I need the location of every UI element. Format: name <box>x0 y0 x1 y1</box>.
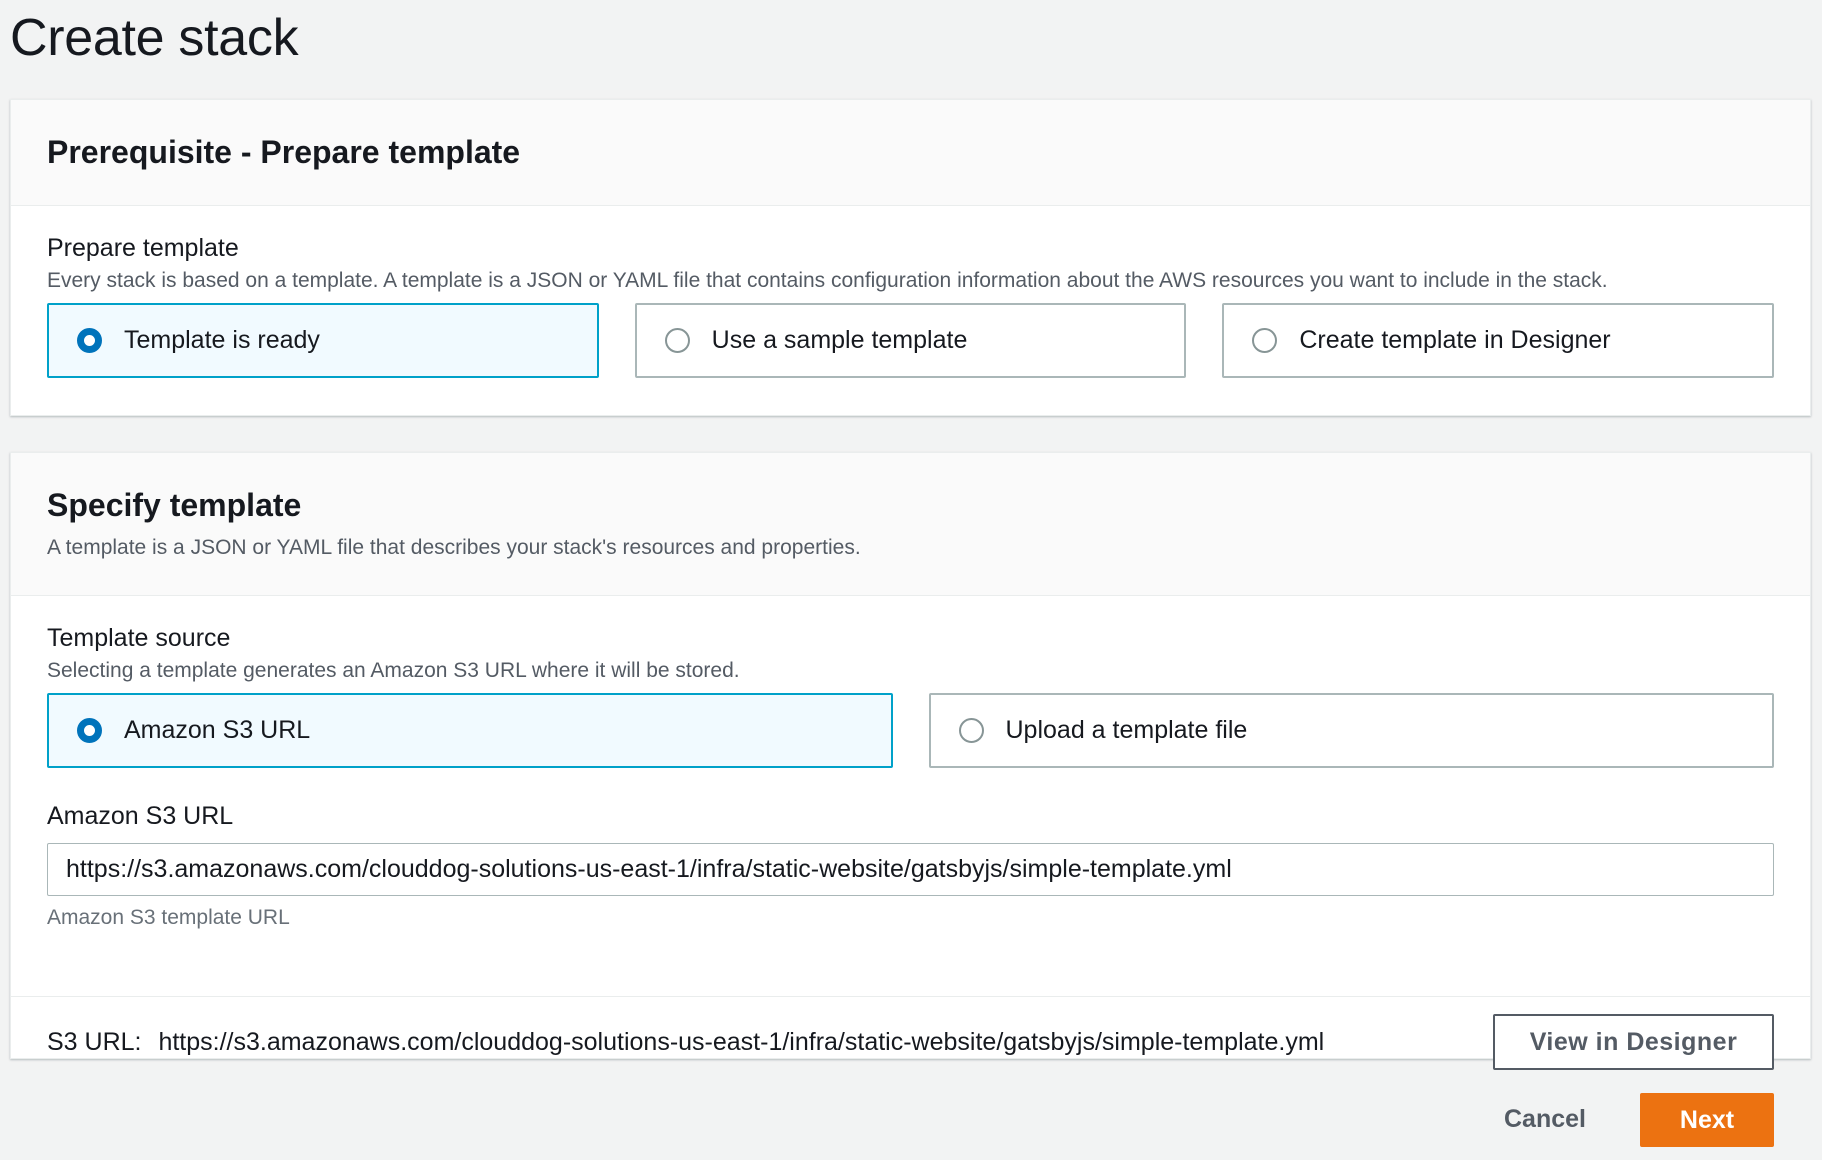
radio-selected-icon[interactable] <box>77 328 102 353</box>
s3-url-label: Amazon S3 URL <box>47 802 234 830</box>
option-create-in-designer[interactable]: Create template in Designer <box>1222 303 1775 378</box>
option-amazon-s3-url[interactable]: Amazon S3 URL <box>47 693 893 768</box>
option-label: Upload a template file <box>1005 716 1248 744</box>
radio-unselected-icon[interactable] <box>958 718 984 743</box>
option-label: Create template in Designer <box>1299 326 1611 354</box>
option-label: Amazon S3 URL <box>124 716 311 744</box>
specify-panel-body: Template source Selecting a template gen… <box>11 624 1810 996</box>
s3-url-value: https://s3.amazonaws.com/clouddog-soluti… <box>158 1027 1325 1056</box>
prerequisite-panel-body: Prepare template Every stack is based on… <box>11 234 1810 378</box>
s3-url-summary: S3 URL: https://s3.amazonaws.com/clouddo… <box>47 1028 1324 1057</box>
radio-selected-icon[interactable] <box>77 718 102 743</box>
option-template-is-ready[interactable]: Template is ready <box>47 303 599 378</box>
s3-url-footer: S3 URL: https://s3.amazonaws.com/clouddo… <box>11 996 1810 1087</box>
template-source-description: Selecting a template generates an Amazon… <box>47 659 740 682</box>
option-use-sample-template[interactable]: Use a sample template <box>634 303 1187 378</box>
option-label: Template is ready <box>124 326 320 354</box>
prepare-template-description: Every stack is based on a template. A te… <box>47 269 1608 292</box>
s3-url-hint: Amazon S3 template URL <box>47 906 290 929</box>
option-label: Use a sample template <box>711 326 968 354</box>
prerequisite-panel: Prerequisite - Prepare template Prepare … <box>10 99 1811 416</box>
specify-heading: Specify template <box>47 487 302 523</box>
page-title: Create stack <box>10 9 299 67</box>
specify-panel-header: Specify template A template is a JSON or… <box>11 453 1810 596</box>
prepare-template-options: Template is ready Use a sample template … <box>47 303 1775 378</box>
next-button[interactable]: Next <box>1640 1093 1774 1147</box>
radio-unselected-icon[interactable] <box>1252 328 1278 353</box>
cancel-button[interactable]: Cancel <box>1490 1093 1600 1145</box>
option-upload-template-file[interactable]: Upload a template file <box>928 693 1774 768</box>
prepare-template-label: Prepare template <box>47 234 239 262</box>
specify-description: A template is a JSON or YAML file that d… <box>47 536 861 559</box>
template-source-options: Amazon S3 URL Upload a template file <box>47 693 1774 768</box>
radio-unselected-icon[interactable] <box>664 328 690 353</box>
template-source-label: Template source <box>47 624 231 652</box>
s3-url-input[interactable] <box>47 843 1774 896</box>
prerequisite-panel-header: Prerequisite - Prepare template <box>11 100 1810 206</box>
prerequisite-heading: Prerequisite - Prepare template <box>47 134 521 170</box>
specify-template-panel: Specify template A template is a JSON or… <box>10 452 1811 1070</box>
view-in-designer-button[interactable]: View in Designer <box>1493 1014 1774 1070</box>
s3-url-prefix: S3 URL: <box>47 1027 142 1056</box>
